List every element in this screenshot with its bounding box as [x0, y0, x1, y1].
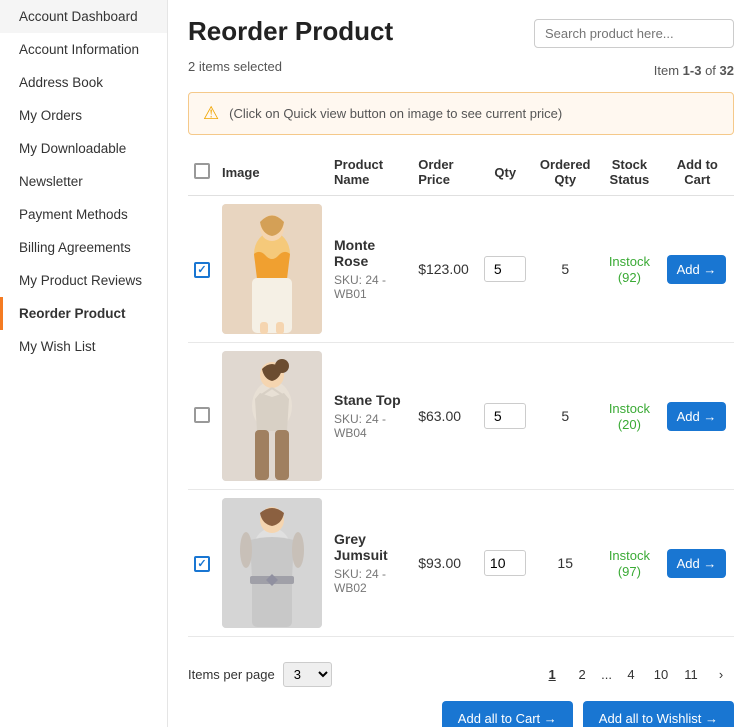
product-qty-stane-top[interactable]	[484, 403, 526, 429]
item-count: Item 1-3 of 32	[654, 63, 734, 78]
product-price-monte-rose: $123.00	[418, 261, 469, 277]
total-items: 32	[720, 63, 734, 78]
product-qty-monte-rose[interactable]	[484, 256, 526, 282]
main-content: Reorder Product 2 items selected Item 1-…	[168, 0, 754, 727]
product-image-grey-jumsuit	[222, 498, 322, 628]
pagination-page-11[interactable]: 11	[678, 661, 704, 687]
item-count-prefix: Item	[654, 63, 683, 78]
alert-text: (Click on Quick view button on image to …	[229, 106, 562, 121]
sidebar-item-my-orders[interactable]: My Orders	[0, 99, 167, 132]
table-footer: Items per page 36912 12... 41011›	[188, 651, 734, 687]
product-table: Image Product Name Order Price Qty Order…	[188, 149, 734, 637]
warning-icon: ⚠	[203, 103, 219, 124]
pagination: 12... 41011›	[539, 661, 734, 687]
alert-banner: ⚠ (Click on Quick view button on image t…	[188, 92, 734, 135]
pagination-page-4[interactable]: 4	[618, 661, 644, 687]
item-count-suffix: of	[701, 63, 719, 78]
pagination-page-1[interactable]: 1	[539, 661, 565, 687]
col-header-stock-status: StockStatus	[598, 149, 660, 196]
product-qty-grey-jumsuit[interactable]	[484, 550, 526, 576]
items-per-page: Items per page 36912	[188, 662, 332, 687]
sidebar-item-account-dashboard[interactable]: Account Dashboard	[0, 0, 167, 33]
sidebar-item-account-information[interactable]: Account Information	[0, 33, 167, 66]
sidebar-item-my-wish-list[interactable]: My Wish List	[0, 330, 167, 363]
pagination-page-2[interactable]: 2	[569, 661, 595, 687]
pagination-ellipsis: ...	[599, 667, 614, 682]
sidebar-item-my-downloadable[interactable]: My Downloadable	[0, 132, 167, 165]
select-all-checkbox[interactable]	[194, 163, 210, 179]
product-image-stane-top	[222, 351, 322, 481]
product-sku-monte-rose: SKU: 24 - WB01	[334, 273, 406, 301]
product-price-grey-jumsuit: $93.00	[418, 555, 461, 571]
items-selected-label: 2 items selected	[188, 59, 282, 74]
product-stock-grey-jumsuit: Instock (97)	[609, 548, 650, 579]
col-header-image: Image	[216, 149, 328, 196]
action-buttons: Add all to Cart → Add all to Wishlist →	[188, 701, 734, 727]
table-row: Grey Jumsuit SKU: 24 - WB02 $93.00 15 In…	[188, 490, 734, 637]
product-name-stane-top: Stane Top	[334, 392, 406, 408]
product-ordered-qty-monte-rose: 5	[561, 261, 569, 277]
search-input[interactable]	[534, 19, 734, 48]
add-to-cart-button-stane-top[interactable]: Add →	[667, 402, 727, 431]
sidebar-item-payment-methods[interactable]: Payment Methods	[0, 198, 167, 231]
product-checkbox-stane-top[interactable]	[194, 407, 210, 423]
title-row: Reorder Product	[188, 16, 734, 51]
product-sku-grey-jumsuit: SKU: 24 - WB02	[334, 567, 406, 595]
sidebar: Account Dashboard Account Information Ad…	[0, 0, 168, 727]
add-all-to-cart-button[interactable]: Add all to Cart →	[442, 701, 573, 727]
add-to-cart-button-grey-jumsuit[interactable]: Add →	[667, 549, 727, 578]
product-stock-monte-rose: Instock (92)	[609, 254, 650, 285]
table-row: Monte Rose SKU: 24 - WB01 $123.00 5 Inst…	[188, 196, 734, 343]
product-checkbox-monte-rose[interactable]	[194, 262, 210, 278]
sidebar-item-newsletter[interactable]: Newsletter	[0, 165, 167, 198]
product-ordered-qty-stane-top: 5	[561, 408, 569, 424]
col-header-qty: Qty	[478, 149, 532, 196]
item-range: 1-3	[683, 63, 702, 78]
sidebar-item-billing-agreements[interactable]: Billing Agreements	[0, 231, 167, 264]
product-checkbox-grey-jumsuit[interactable]	[194, 556, 210, 572]
pagination-next[interactable]: ›	[708, 661, 734, 687]
col-header-ordered-qty: Ordered Qty	[532, 149, 598, 196]
col-header-add-to-cart: Add toCart	[661, 149, 734, 196]
items-per-page-label: Items per page	[188, 667, 275, 682]
product-sku-stane-top: SKU: 24 - WB04	[334, 412, 406, 440]
col-header-order-price: Order Price	[412, 149, 478, 196]
product-name-monte-rose: Monte Rose	[334, 237, 406, 269]
product-name-grey-jumsuit: Grey Jumsuit	[334, 531, 406, 563]
table-row: Stane Top SKU: 24 - WB04 $63.00 5 Instoc…	[188, 343, 734, 490]
add-to-cart-button-monte-rose[interactable]: Add →	[667, 255, 727, 284]
page-title: Reorder Product	[188, 16, 393, 47]
sidebar-item-reorder-product[interactable]: Reorder Product	[0, 297, 167, 330]
product-ordered-qty-grey-jumsuit: 15	[557, 555, 573, 571]
product-image-monte-rose	[222, 204, 322, 334]
col-header-product-name: Product Name	[328, 149, 412, 196]
pagination-page-10[interactable]: 10	[648, 661, 674, 687]
add-all-to-wishlist-button[interactable]: Add all to Wishlist →	[583, 701, 734, 727]
product-price-stane-top: $63.00	[418, 408, 461, 424]
product-stock-stane-top: Instock (20)	[609, 401, 650, 432]
sidebar-item-address-book[interactable]: Address Book	[0, 66, 167, 99]
per-page-select[interactable]: 36912	[283, 662, 332, 687]
sidebar-item-my-product-reviews[interactable]: My Product Reviews	[0, 264, 167, 297]
